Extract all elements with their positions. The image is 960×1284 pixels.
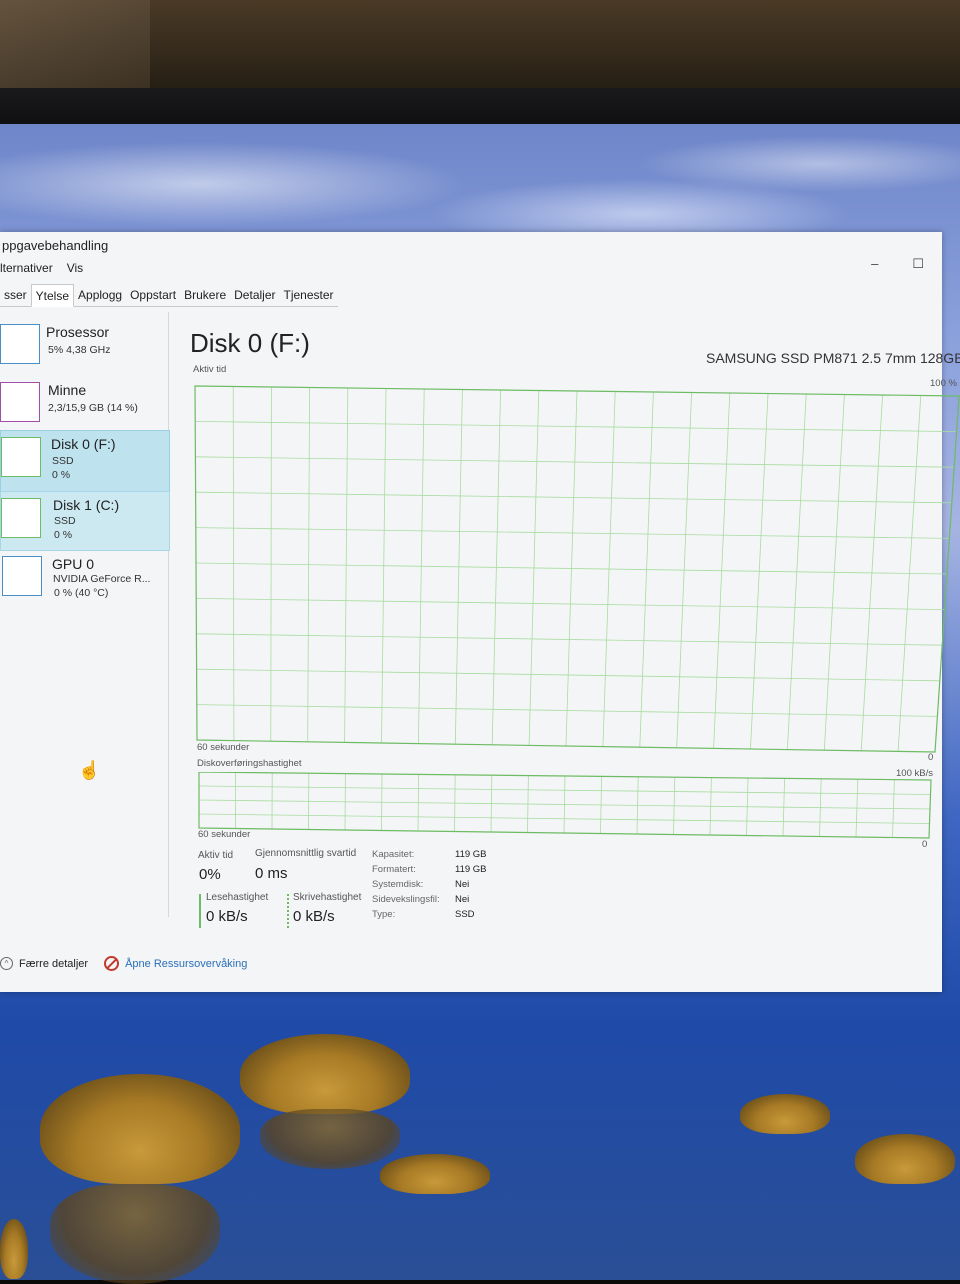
response-time-stat-value: 0 ms [255, 865, 288, 882]
minimize-button[interactable]: – [871, 256, 878, 272]
sidebar-item-detail: NVIDIA GeForce R... [53, 573, 150, 585]
tab-services[interactable]: Tjenester [280, 284, 338, 307]
chevron-up-icon: ^ [0, 957, 13, 970]
disk-1-thumbnail [1, 498, 41, 538]
wallpaper-grass-tuft [240, 1034, 410, 1114]
sidebar-item-memory[interactable]: Minne 2,3/15,9 GB (14 %) [0, 374, 168, 432]
processor-thumbnail [0, 324, 40, 364]
write-speed-value: 0 kB/s [293, 908, 335, 925]
sidebar-item-label: GPU 0 [52, 556, 94, 572]
transfer-chart-label: Diskoverføringshastighet [197, 758, 302, 769]
wallpaper-grass-reflection [50, 1184, 220, 1284]
wallpaper-grass-tuft [40, 1074, 240, 1184]
response-time-stat-label: Gjennomsnittlig svartid [255, 848, 356, 859]
open-resource-monitor-link[interactable]: Åpne Ressursovervåking [125, 958, 247, 970]
tab-startup[interactable]: Oppstart [126, 284, 180, 307]
page-file-label: Sidevekslingsfil: [372, 894, 440, 905]
menu-view[interactable]: Vis [67, 261, 83, 275]
page-title: Disk 0 (F:) [190, 328, 310, 359]
active-time-min-label: 0 [928, 752, 933, 763]
capacity-value: 119 GB [455, 849, 487, 860]
sidebar-item-gpu-0[interactable]: GPU 0 NVIDIA GeForce R... 0 % (40 °C) [0, 552, 168, 610]
sidebar-item-disk-1[interactable]: Disk 1 (C:) SSD 0 % [0, 491, 170, 551]
window-controls: – ☐ [871, 256, 924, 272]
tab-users[interactable]: Brukere [180, 284, 230, 307]
task-manager-window: ppgavebehandling – ☐ lternativer Vis sse… [0, 232, 942, 992]
sidebar-item-detail: 5% 4,38 GHz [48, 344, 110, 356]
read-speed-value: 0 kB/s [206, 908, 248, 925]
type-value: SSD [455, 909, 475, 920]
capacity-label: Kapasitet: [372, 849, 414, 860]
write-speed-marker [287, 894, 289, 928]
tab-details[interactable]: Detaljer [230, 284, 279, 307]
type-label: Type: [372, 909, 395, 920]
wallpaper-grass-tuft [740, 1094, 830, 1134]
sidebar-item-detail: SSD [52, 455, 74, 467]
read-speed-label: Lesehastighet [206, 892, 268, 903]
page-file-value: Nei [455, 894, 469, 905]
wallpaper-grass-tuft [0, 1219, 28, 1279]
sidebar-item-detail: 2,3/15,9 GB (14 %) [48, 402, 138, 414]
memory-thumbnail [0, 382, 40, 422]
read-speed-marker [199, 894, 201, 928]
wallpaper-grass-tuft [380, 1154, 490, 1194]
formatted-label: Formatert: [372, 864, 416, 875]
sidebar-item-usage: 0 % [52, 469, 70, 481]
fewer-details-link[interactable]: Færre detaljer [19, 958, 88, 970]
sidebar-item-label: Disk 1 (C:) [53, 497, 119, 513]
tab-performance[interactable]: Ytelse [31, 284, 74, 307]
transfer-duration-label: 60 sekunder [198, 829, 250, 840]
transfer-rate-grid [199, 772, 931, 837]
hand-cursor-icon: ☝ [78, 760, 100, 781]
tab-processes[interactable]: sser [0, 284, 31, 307]
active-time-duration-label: 60 sekunder [197, 742, 249, 753]
sidebar-item-detail: SSD [54, 515, 76, 527]
tab-app-history[interactable]: Applogg [74, 284, 126, 307]
transfer-rate-chart [197, 772, 937, 842]
active-time-chart [193, 384, 960, 754]
sidebar-item-processor[interactable]: Prosessor 5% 4,38 GHz [0, 316, 168, 374]
sidebar-item-disk-0[interactable]: Disk 0 (F:) SSD 0 % [0, 430, 170, 492]
resource-monitor-icon [104, 956, 119, 971]
formatted-value: 119 GB [455, 864, 487, 875]
active-time-grid [195, 387, 956, 752]
footer-bar: ^ Færre detaljer Åpne Ressursovervåking [0, 956, 247, 971]
sidebar-item-label: Minne [48, 382, 86, 398]
wallpaper-grass-tuft [855, 1134, 955, 1184]
wallpaper-grass-reflection [260, 1109, 400, 1169]
transfer-min-label: 0 [922, 839, 927, 850]
active-time-stat-value: 0% [199, 866, 221, 883]
menu-bar: lternativer Vis [0, 261, 83, 275]
resource-sidebar: Prosessor 5% 4,38 GHz Minne 2,3/15,9 GB … [0, 312, 169, 917]
gpu-0-thumbnail [2, 556, 42, 596]
active-time-stat-label: Aktiv tid [198, 850, 233, 861]
sidebar-item-usage: 0 % (40 °C) [54, 587, 108, 599]
disk-model: SAMSUNG SSD PM871 2.5 7mm 128GB [706, 350, 960, 366]
system-disk-label: Systemdisk: [372, 879, 423, 890]
disk-0-thumbnail [1, 437, 41, 477]
sidebar-item-usage: 0 % [54, 529, 72, 541]
menu-options[interactable]: lternativer [0, 261, 53, 275]
sidebar-item-label: Prosessor [46, 324, 109, 340]
write-speed-label: Skrivehastighet [293, 892, 361, 903]
window-title: ppgavebehandling [2, 238, 108, 253]
active-time-chart-label: Aktiv tid [193, 364, 226, 375]
system-disk-value: Nei [455, 879, 469, 890]
sidebar-item-label: Disk 0 (F:) [51, 436, 116, 452]
tab-bar: sser Ytelse Applogg Oppstart Brukere Det… [0, 284, 338, 307]
maximize-button[interactable]: ☐ [912, 256, 924, 272]
